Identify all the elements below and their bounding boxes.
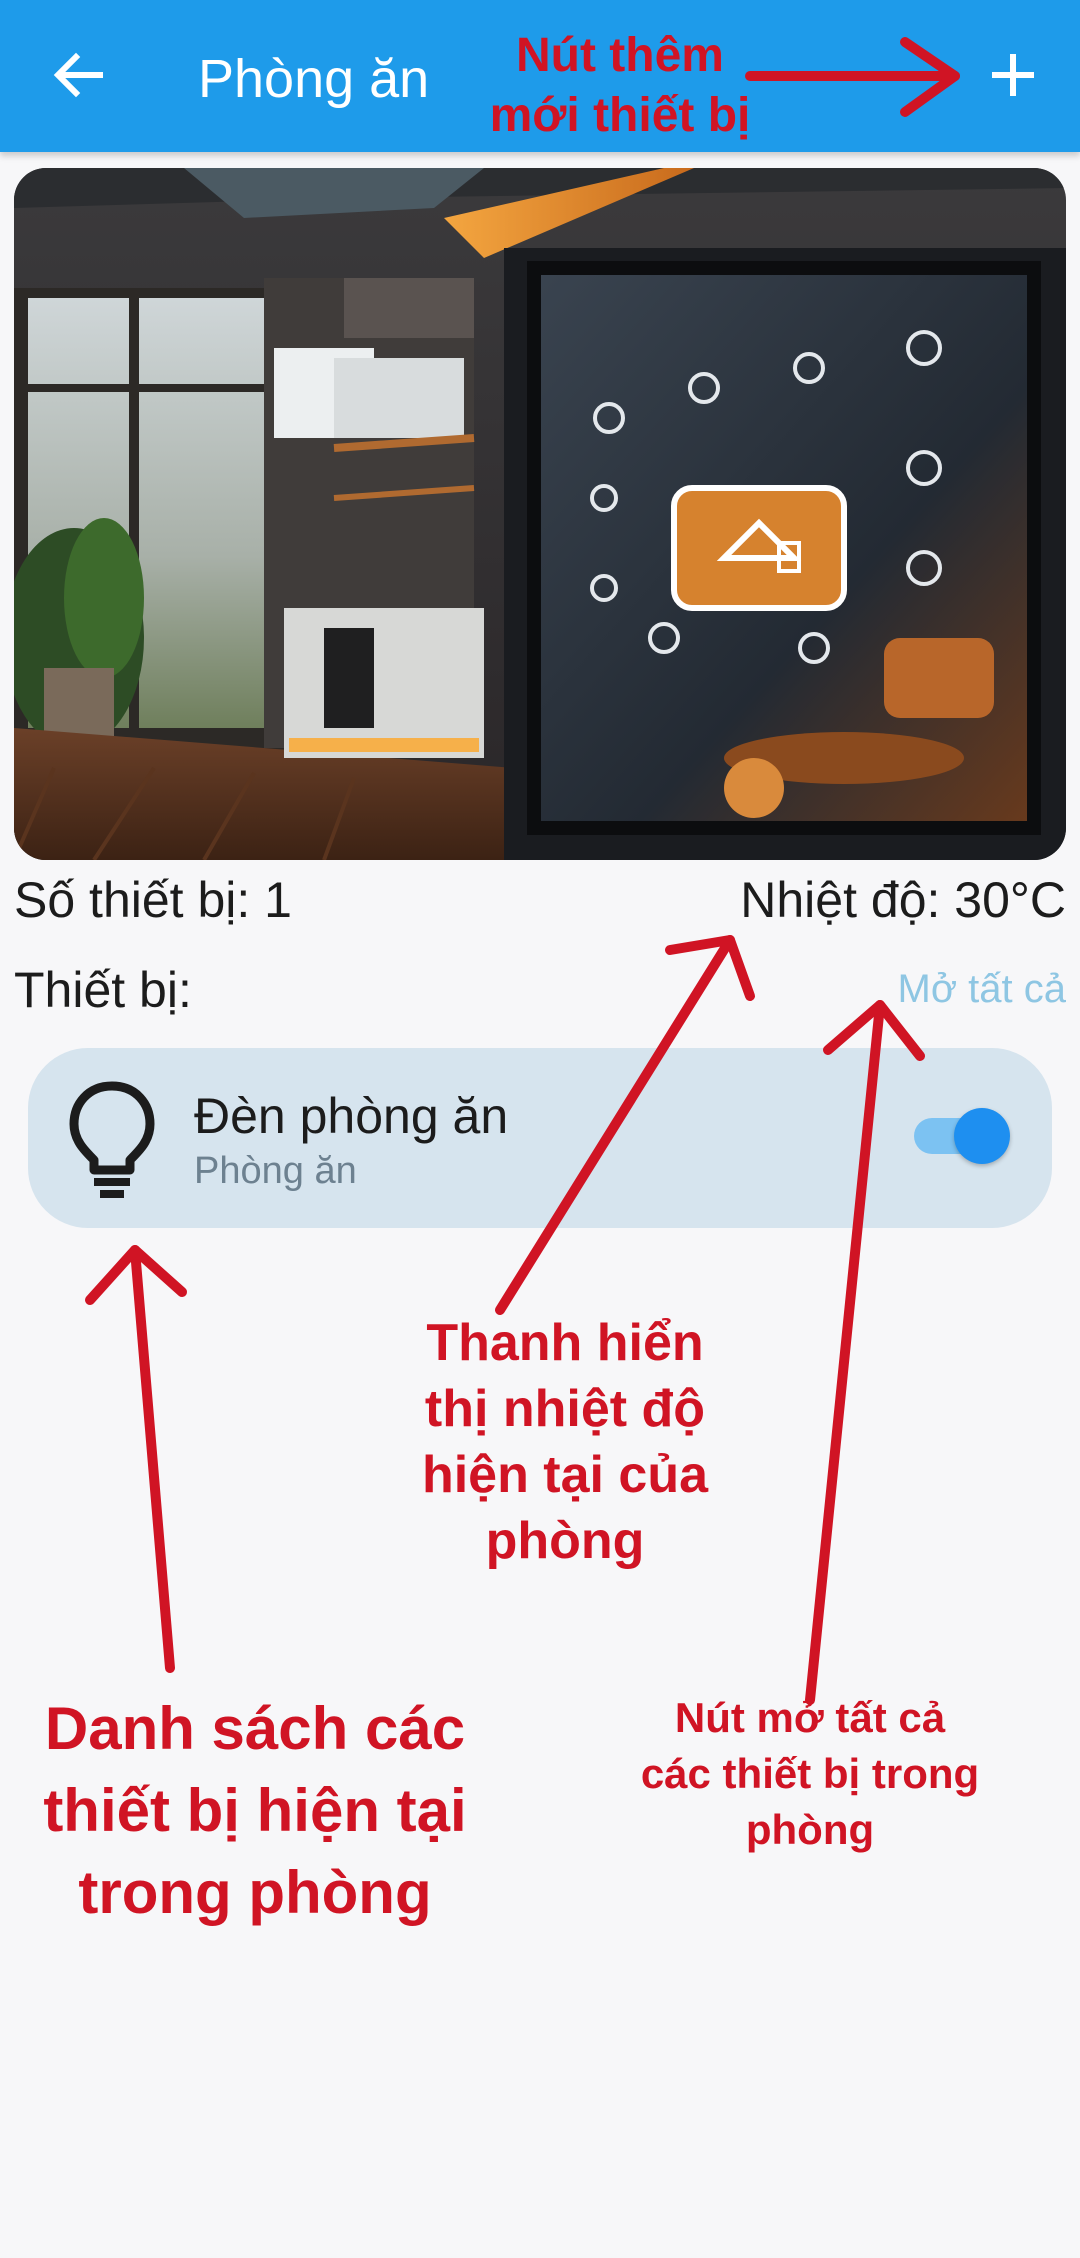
arrow-left-icon bbox=[53, 52, 103, 98]
smart-kitchen-image bbox=[14, 168, 1066, 860]
arrowhead-list bbox=[85, 1245, 187, 1305]
arrowhead-temperature bbox=[665, 935, 755, 1001]
device-count: Số thiết bị: 1 bbox=[14, 872, 292, 928]
temperature-display: Nhiệt độ: 30°C bbox=[740, 872, 1066, 928]
device-card[interactable]: Đèn phòng ăn Phòng ăn bbox=[28, 1048, 1052, 1228]
annotation-add-button: Nút thêm mới thiết bị bbox=[489, 29, 751, 142]
annotation-temperature: Thanh hiển thị nhiệt độ hiện tại của phò… bbox=[421, 1314, 709, 1570]
devices-section-label: Thiết bị: bbox=[14, 962, 192, 1018]
toggle-thumb bbox=[954, 1108, 1010, 1164]
device-name: Đèn phòng ăn bbox=[194, 1088, 509, 1144]
lightbulb-icon bbox=[69, 1081, 155, 1198]
annotation-device-list: Danh sách các thiết bị hiện tại trong ph… bbox=[43, 1695, 467, 1926]
add-device-button[interactable] bbox=[978, 40, 1048, 110]
device-room: Phòng ăn bbox=[194, 1150, 357, 1192]
room-image bbox=[14, 168, 1066, 860]
page-title: Phòng ăn bbox=[198, 49, 430, 109]
annotation-open-all: Nút mở tất cả các thiết bị trong phòng bbox=[640, 1694, 980, 1853]
arrow-to-device-list bbox=[130, 1245, 175, 1673]
open-all-button[interactable]: Mở tất cả bbox=[898, 964, 1067, 1014]
back-button[interactable] bbox=[44, 40, 114, 110]
plus-icon bbox=[992, 54, 1034, 96]
device-power-toggle[interactable] bbox=[908, 1108, 1010, 1164]
